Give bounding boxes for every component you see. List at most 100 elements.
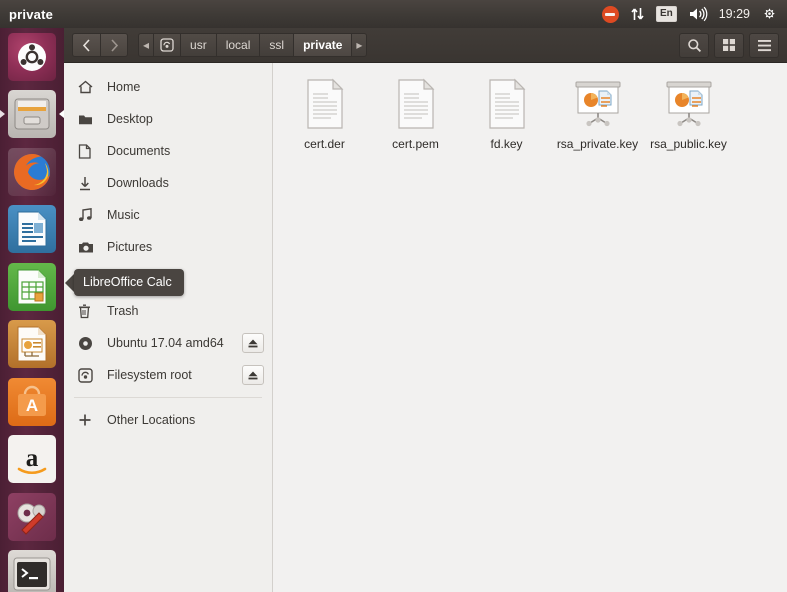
breadcrumb-item-local[interactable]: local — [215, 33, 260, 57]
sidebar-label: Trash — [107, 304, 139, 318]
download-icon — [78, 176, 98, 191]
sidebar-label: Other Locations — [107, 413, 196, 427]
sidebar-label: Filesystem root — [107, 368, 192, 382]
file-item[interactable]: rsa_private.key — [552, 72, 643, 152]
breadcrumb-filesystem-root-icon[interactable] — [153, 33, 181, 57]
sidebar-item-downloads[interactable]: Downloads — [64, 167, 272, 199]
file-manager-window: ◂ usr local ssl private ▸ Home Desktop D… — [64, 28, 787, 592]
sidebar-label: Home — [107, 80, 141, 94]
window-title: private — [9, 6, 54, 22]
sidebar-item-desktop[interactable]: Desktop — [64, 103, 272, 135]
do-not-disturb-icon[interactable] — [601, 0, 619, 28]
svg-text:A: A — [26, 396, 38, 415]
unity-launcher: A a — [0, 28, 64, 592]
sidebar-item-home[interactable]: Home — [64, 71, 272, 103]
launcher-focused-pip-right — [59, 110, 64, 119]
sidebar-divider — [74, 397, 262, 398]
file-item[interactable]: fd.key — [461, 72, 552, 152]
file-name: cert.pem — [392, 137, 439, 151]
window-body: Home Desktop Documents Downloads Music P… — [64, 63, 787, 592]
file-name: fd.key — [490, 137, 523, 151]
file-item[interactable]: rsa_public.key — [643, 72, 734, 152]
firefox-icon — [8, 147, 56, 196]
launcher-item-ubuntu-dash[interactable] — [0, 28, 64, 86]
libreoffice-impress-icon — [8, 320, 56, 369]
launcher-item-amazon[interactable]: a — [0, 431, 64, 489]
presentation-document-icon — [572, 76, 624, 132]
text-document-icon — [485, 76, 529, 132]
tooltip-arrow — [65, 273, 74, 292]
launcher-item-libreoffice-impress[interactable] — [0, 316, 64, 374]
svg-text:a: a — [26, 445, 39, 472]
ubuntu-software-icon: A — [8, 377, 56, 426]
places-sidebar: Home Desktop Documents Downloads Music P… — [64, 63, 273, 592]
sidebar-label: Pictures — [107, 240, 153, 254]
text-document-icon — [394, 76, 438, 132]
libreoffice-writer-icon — [8, 205, 56, 254]
launcher-running-pip-left — [0, 110, 5, 119]
back-button[interactable] — [72, 33, 100, 57]
file-name: cert.der — [304, 137, 345, 151]
sidebar-item-pictures[interactable]: Pictures — [64, 231, 272, 263]
libreoffice-calc-icon — [8, 262, 56, 311]
eject-button[interactable] — [242, 365, 264, 385]
file-item[interactable]: cert.pem — [370, 72, 461, 152]
breadcrumb-item-usr[interactable]: usr — [180, 33, 216, 57]
launcher-item-libreoffice-calc[interactable] — [0, 258, 64, 316]
text-document-icon — [303, 76, 347, 132]
home-icon — [78, 80, 98, 94]
camera-icon — [78, 241, 98, 254]
file-name: rsa_public.key — [650, 137, 727, 151]
amazon-icon: a — [8, 435, 56, 484]
launcher-tooltip: LibreOffice Calc — [65, 269, 184, 296]
tooltip-text: LibreOffice Calc — [74, 269, 184, 296]
breadcrumb-scroll-left-button[interactable]: ◂ — [138, 33, 154, 57]
presentation-document-icon — [663, 76, 715, 132]
launcher-item-ubuntu-software[interactable]: A — [0, 373, 64, 431]
launcher-item-libreoffice-writer[interactable] — [0, 201, 64, 259]
ubuntu-logo-icon — [8, 32, 56, 81]
sidebar-item-ubuntu-iso[interactable]: Ubuntu 17.04 amd64 — [64, 327, 272, 359]
sidebar-item-trash[interactable]: Trash — [64, 295, 272, 327]
panel-indicator-area: En 19:29 — [601, 0, 787, 28]
launcher-item-files[interactable] — [0, 86, 64, 144]
system-settings-icon — [8, 492, 56, 541]
sidebar-item-music[interactable]: Music — [64, 199, 272, 231]
terminal-icon — [8, 550, 56, 592]
menu-icon[interactable] — [749, 32, 779, 58]
breadcrumb: ◂ usr local ssl private ▸ — [138, 33, 368, 57]
volume-icon[interactable] — [688, 0, 708, 28]
header-actions — [679, 32, 779, 58]
grid-view-icon[interactable] — [714, 32, 744, 58]
sidebar-item-documents[interactable]: Documents — [64, 135, 272, 167]
launcher-item-system-settings[interactable] — [0, 488, 64, 546]
folder-icon — [78, 113, 98, 126]
document-icon — [78, 143, 98, 159]
file-item[interactable]: cert.der — [279, 72, 370, 152]
keyboard-layout-indicator[interactable]: En — [655, 0, 677, 28]
drive-icon — [78, 367, 98, 383]
breadcrumb-scroll-right-button[interactable]: ▸ — [351, 33, 368, 57]
network-icon[interactable] — [630, 0, 645, 28]
launcher-item-terminal[interactable] — [0, 546, 64, 592]
system-menu-gear-icon[interactable] — [761, 0, 778, 28]
music-icon — [78, 208, 98, 222]
sidebar-label: Downloads — [107, 176, 169, 190]
launcher-item-firefox[interactable] — [0, 143, 64, 201]
search-icon[interactable] — [679, 32, 709, 58]
sidebar-item-other-locations[interactable]: Other Locations — [64, 404, 272, 436]
file-name: rsa_private.key — [556, 137, 639, 151]
breadcrumb-item-ssl[interactable]: ssl — [259, 33, 294, 57]
eject-button[interactable] — [242, 333, 264, 353]
forward-button[interactable] — [100, 33, 128, 57]
file-grid[interactable]: cert.der cert.pem fd.key rsa_private.key… — [273, 63, 787, 592]
plus-icon — [78, 413, 98, 427]
sidebar-item-filesystem-root[interactable]: Filesystem root — [64, 359, 272, 391]
files-icon — [8, 90, 56, 139]
breadcrumb-item-private[interactable]: private — [293, 33, 352, 57]
sidebar-label: Documents — [107, 144, 171, 158]
sidebar-label: Desktop — [107, 112, 153, 126]
header-bar: ◂ usr local ssl private ▸ — [64, 28, 787, 63]
desktop-screen: private En 19:29 A a ◂ usr local ssl pri… — [0, 0, 787, 592]
clock[interactable]: 19:29 — [719, 0, 750, 28]
